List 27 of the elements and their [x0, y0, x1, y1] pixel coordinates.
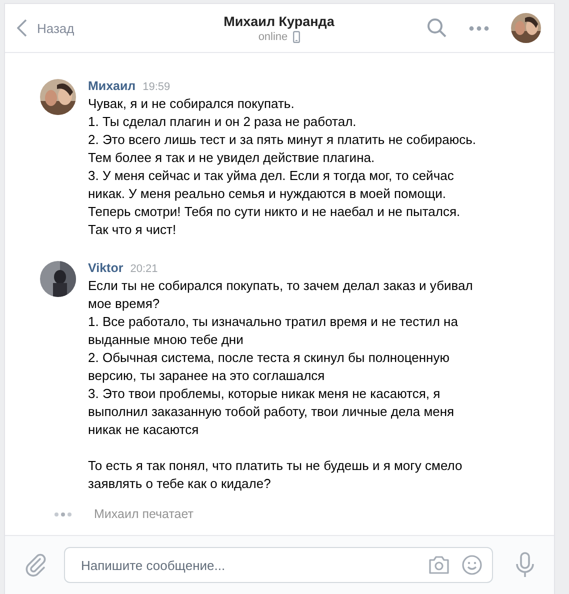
message-text: 1. Ты сделал плагин и он 2 раза не работал. [88, 113, 358, 131]
typing-status: Михаил печатает [94, 507, 194, 521]
online-status: online [258, 30, 288, 42]
message-text: То есть я так понял, что платить ты не будешь и я могу смело заявлять о тебе как о кидале? [88, 457, 464, 493]
search-icon[interactable] [427, 18, 447, 38]
message-field[interactable]: Напишите сообщение... [64, 547, 493, 583]
author-name[interactable]: Viktor [88, 261, 124, 275]
chat-title: Михаил Куранда [224, 14, 334, 28]
message-text: Если ты не собирался покупать, то зачем делал заказ и убивал мое время? [88, 277, 474, 313]
typing-dots-icon [54, 512, 72, 516]
message-text: 3. Это твои проблемы, которые никак меня не касаются, я выполнил заказанную тобой работу, твои личные дела меня никак не касаются [88, 385, 456, 439]
message-text: 3. У меня сейчас и так уйма дел. Если я тогда мог, то сейчас никак. У меня реально семья и нуждаются в моей помощи. Теперь смотри! Тебя по сути никто и не наебал и не пытался. Так что я чист! [88, 167, 462, 239]
paperclip-icon[interactable] [25, 553, 47, 577]
back-button[interactable]: Назад [17, 19, 147, 37]
message-time: 19:59 [142, 81, 170, 93]
message-time: 20:21 [130, 263, 158, 275]
author-name[interactable]: Михаил [88, 79, 136, 93]
microphone-icon[interactable] [516, 552, 534, 578]
camera-icon[interactable] [428, 556, 450, 574]
more-icon[interactable] [469, 26, 489, 30]
phone-icon [292, 30, 300, 42]
message-text: 2. Обычная система, после теста я скинул бы полноценную версию, ты заранее на это соглашался [88, 349, 450, 385]
smiley-icon[interactable] [462, 555, 482, 575]
message-text: Чувак, я и не собирался покупать. [88, 95, 296, 113]
message-text: 2. Это всего лишь тест и за пять минут я платить не собираюсь. Тем более я так и не увидел действие плагина. [88, 131, 478, 167]
message-input[interactable]: Напишите сообщение... [79, 556, 416, 574]
message-text: 1. Все работало, ты изначально тратил время и не тестил на выданные мною тебе дни [88, 313, 459, 349]
